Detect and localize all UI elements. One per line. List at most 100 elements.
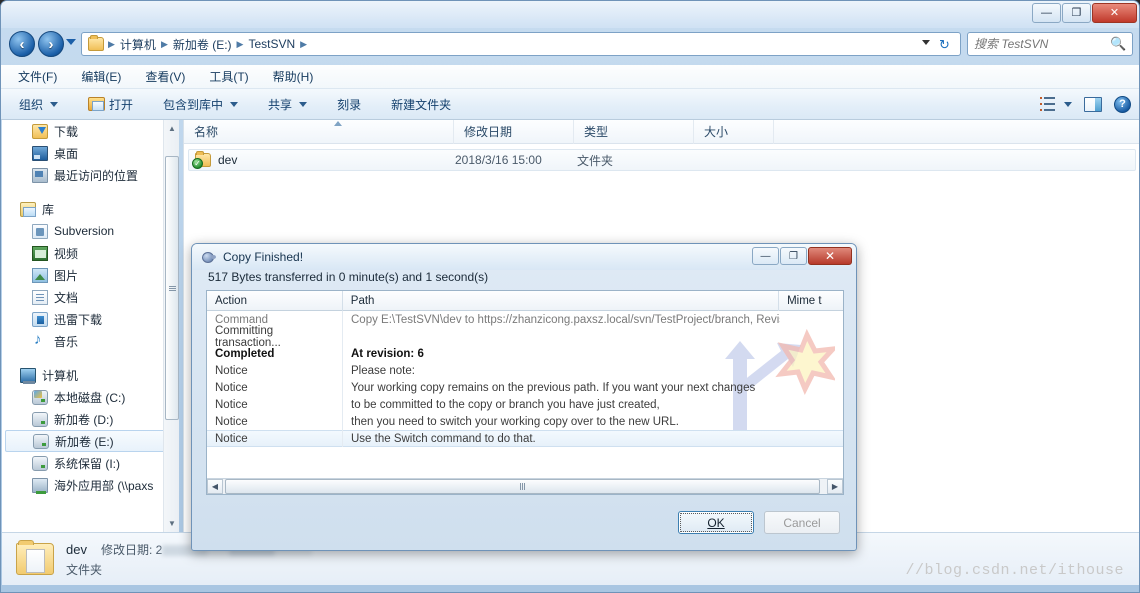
sidebar-item-videos[interactable]: 视频 xyxy=(2,242,178,264)
breadcrumb-separator-icon[interactable]: ▶ xyxy=(299,39,308,50)
column-header-path[interactable]: Path xyxy=(343,291,780,311)
log-row[interactable]: Completed At revision: 6 xyxy=(207,345,843,362)
menu-view[interactable]: 查看(V) xyxy=(142,66,188,87)
scroll-up-icon[interactable]: ▲ xyxy=(164,120,180,137)
preview-pane-icon[interactable] xyxy=(1084,96,1102,112)
close-button[interactable]: ✕ xyxy=(1092,3,1137,23)
log-action: Completed xyxy=(207,345,343,362)
scroll-right-icon[interactable]: ▶ xyxy=(827,479,843,494)
back-button[interactable]: ‹ xyxy=(9,31,35,57)
share-button[interactable]: 共享 xyxy=(268,96,308,113)
log-row[interactable]: Notice to be committed to the copy or br… xyxy=(207,396,843,413)
log-row[interactable]: Notice then you need to switch your work… xyxy=(207,413,843,430)
sidebar-item-downloads[interactable]: 下载 xyxy=(2,120,178,142)
breadcrumb-separator-icon[interactable]: ▶ xyxy=(160,39,169,50)
column-header-action[interactable]: Action xyxy=(207,291,343,311)
menu-help[interactable]: 帮助(H) xyxy=(270,66,317,87)
menu-tools[interactable]: 工具(T) xyxy=(206,66,251,87)
scrollbar-thumb[interactable] xyxy=(165,156,179,420)
open-button[interactable]: 打开 xyxy=(88,96,133,113)
menu-bar: 文件(F) 编辑(E) 查看(V) 工具(T) 帮助(H) xyxy=(1,65,1139,89)
dialog-close-button[interactable]: ✕ xyxy=(808,247,852,265)
include-in-library-button[interactable]: 包含到库中 xyxy=(163,96,239,113)
dialog-maximize-button[interactable]: ❐ xyxy=(780,247,807,265)
drive-icon xyxy=(32,455,48,471)
column-header-date[interactable]: 修改日期 xyxy=(454,119,574,144)
sidebar-item-drive-e[interactable]: 新加卷 (E:) xyxy=(5,430,175,452)
log-grid[interactable]: Action Path Mime t Command Copy E:\TestS… xyxy=(206,290,844,495)
chevron-down-icon[interactable] xyxy=(1064,101,1072,107)
sidebar-item-music[interactable]: 音乐 xyxy=(2,330,178,352)
menu-edit[interactable]: 编辑(E) xyxy=(78,66,124,87)
open-label: 打开 xyxy=(109,97,134,112)
address-bar[interactable]: ▶ 计算机 ▶ 新加卷 (E:) ▶ TestSVN ▶ ↻ xyxy=(81,32,961,56)
sidebar-group-divider xyxy=(2,352,178,364)
command-toolbar: 组织 打开 包含到库中 共享 刻录 新建文件夹 ? xyxy=(1,89,1139,120)
column-header-type[interactable]: 类型 xyxy=(574,119,694,144)
log-action: Notice xyxy=(207,379,343,396)
search-icon[interactable]: 🔍 xyxy=(1110,36,1126,52)
log-horizontal-scrollbar[interactable]: ◀ ▶ xyxy=(207,478,843,494)
menu-file[interactable]: 文件(F) xyxy=(15,66,60,87)
forward-button[interactable]: › xyxy=(38,31,64,57)
breadcrumb-drive-e[interactable]: 新加卷 (E:) xyxy=(169,36,236,53)
minimize-button[interactable]: — xyxy=(1032,3,1061,23)
refresh-icon[interactable]: ↻ xyxy=(935,36,954,54)
column-header-mime-type[interactable]: Mime t xyxy=(779,291,843,311)
organize-button[interactable]: 组织 xyxy=(19,96,59,113)
scroll-left-icon[interactable]: ◀ xyxy=(207,479,223,494)
search-box[interactable]: 🔍 xyxy=(967,32,1133,56)
scrollbar-track[interactable] xyxy=(223,479,827,494)
sidebar-item-label: 迅雷下载 xyxy=(54,312,103,327)
burn-button[interactable]: 刻录 xyxy=(337,96,361,113)
network-drive-icon xyxy=(32,477,48,494)
sidebar-item-drive-d[interactable]: 新加卷 (D:) xyxy=(2,408,178,430)
ok-button[interactable]: OK xyxy=(678,511,754,534)
log-row[interactable]: Notice Use the Switch command to do that… xyxy=(207,430,843,447)
scroll-down-icon[interactable]: ▼ xyxy=(164,515,180,532)
details-modified-value: 2 xyxy=(155,542,163,557)
log-path: At revision: 6 xyxy=(351,347,424,360)
sidebar-item-pictures[interactable]: 图片 xyxy=(2,264,178,286)
cancel-button[interactable]: Cancel xyxy=(764,511,840,534)
sidebar-item-local-disk-c[interactable]: 本地磁盘 (C:) xyxy=(2,386,178,408)
sidebar-item-label: 新加卷 (D:) xyxy=(54,412,114,427)
breadcrumb-computer[interactable]: 计算机 xyxy=(116,36,160,53)
breadcrumb-separator-icon[interactable]: ▶ xyxy=(236,39,245,50)
sidebar-item-desktop[interactable]: 桌面 xyxy=(2,142,178,164)
sidebar-item-network-share[interactable]: 海外应用部 (\\paxs xyxy=(2,474,178,496)
drive-icon xyxy=(32,411,48,427)
breadcrumb-testsvn[interactable]: TestSVN xyxy=(244,37,299,51)
help-icon[interactable]: ? xyxy=(1114,95,1131,113)
sidebar-item-documents[interactable]: 文档 xyxy=(2,286,178,308)
maximize-button[interactable]: ❐ xyxy=(1062,3,1091,23)
window-controls: — ❐ ✕ xyxy=(1032,3,1137,23)
recent-locations-icon[interactable] xyxy=(66,39,76,45)
sidebar-item-label: 计算机 xyxy=(42,368,79,383)
sidebar-item-system-reserved-i[interactable]: 系统保留 (I:) xyxy=(2,452,178,474)
video-icon xyxy=(32,245,48,261)
search-input[interactable] xyxy=(974,37,1110,51)
log-row[interactable]: Committing transaction... xyxy=(207,325,843,349)
column-header-size[interactable]: 大小 xyxy=(694,119,774,144)
sidebar-item-libraries[interactable]: 库 xyxy=(2,198,178,220)
navigation-pane[interactable]: 下载 桌面 最近访问的位置 库 Subversion 视频 图片 文档 迅雷下载… xyxy=(2,120,178,532)
breadcrumb-separator-icon[interactable]: ▶ xyxy=(107,39,116,50)
sidebar-scrollbar[interactable]: ▲ ▼ xyxy=(163,120,179,532)
tortoisesvn-turtle-icon xyxy=(200,251,216,264)
sidebar-item-recent-places[interactable]: 最近访问的位置 xyxy=(2,164,178,186)
column-header-name[interactable]: 名称 xyxy=(184,119,454,144)
scrollbar-thumb[interactable] xyxy=(225,479,820,494)
sidebar-item-subversion[interactable]: Subversion xyxy=(2,220,178,242)
log-row[interactable]: Notice Your working copy remains on the … xyxy=(207,379,843,396)
sidebar-item-xunlei-downloads[interactable]: 迅雷下载 xyxy=(2,308,178,330)
table-row[interactable]: ✓ dev 2018/3/16 15:00 文件夹 xyxy=(188,149,1136,171)
new-folder-button[interactable]: 新建文件夹 xyxy=(391,96,451,113)
change-view-icon[interactable] xyxy=(1040,97,1055,111)
chevron-down-icon[interactable] xyxy=(922,40,930,45)
chevron-down-icon xyxy=(230,101,239,107)
sidebar-item-computer[interactable]: 计算机 xyxy=(2,364,178,386)
log-row[interactable]: Notice Please note: xyxy=(207,362,843,379)
dialog-minimize-button[interactable]: — xyxy=(752,247,779,265)
file-name-cell[interactable]: ✓ dev xyxy=(189,151,451,169)
